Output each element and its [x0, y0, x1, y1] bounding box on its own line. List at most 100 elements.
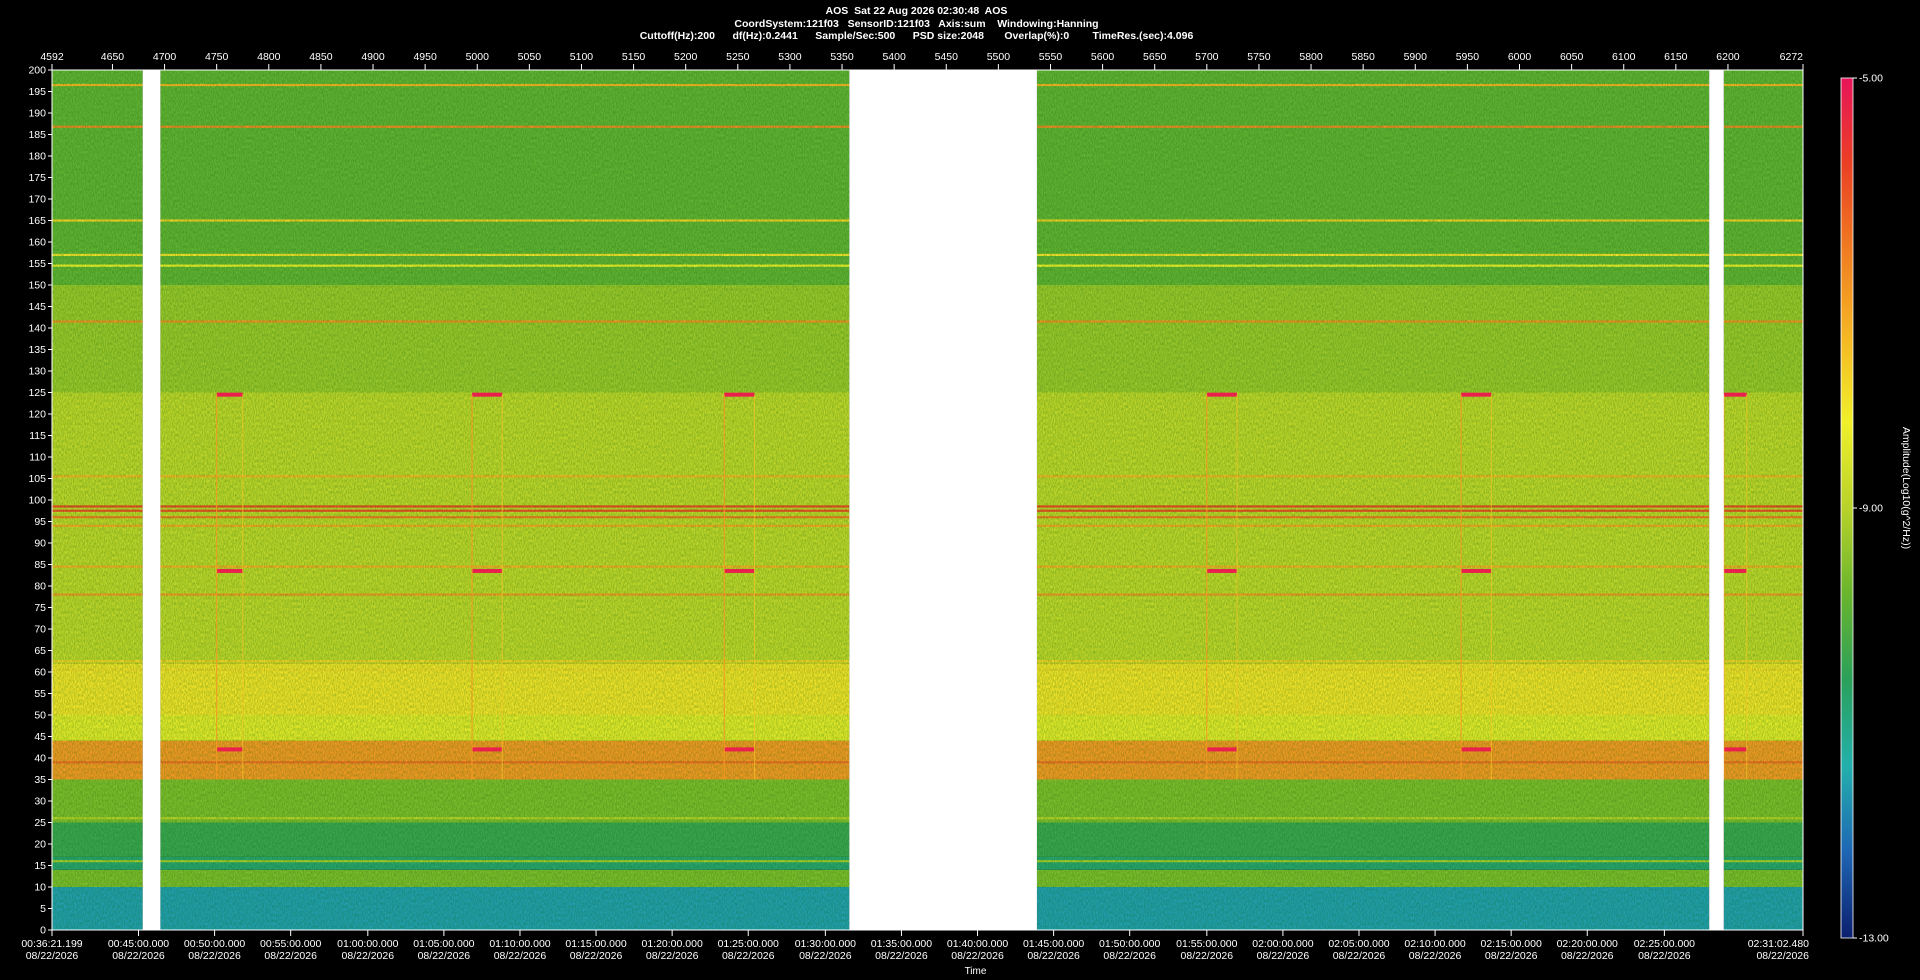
top-tick-label: 5500	[987, 51, 1011, 63]
top-tick-label: 5800	[1299, 51, 1323, 63]
event-marker	[216, 747, 243, 752]
y-tick-label: 110	[29, 452, 46, 464]
y-tick-label: 135	[28, 344, 46, 356]
y-tick-label: 195	[28, 86, 46, 98]
y-tick-label: 165	[28, 215, 46, 227]
event-marker	[1723, 747, 1747, 752]
bottom-tick-date: 08/22/2026	[1756, 950, 1809, 962]
bottom-tick-time: 00:45:00.000	[108, 938, 169, 950]
bottom-tick-date: 08/22/2026	[1027, 950, 1080, 962]
top-tick-label: 5400	[882, 51, 906, 63]
colorbar-tick-label: -5.00	[1859, 73, 1883, 85]
event-marker	[1461, 392, 1492, 397]
bottom-tick-time: 01:35:00.000	[871, 938, 932, 950]
y-tick-label: 85	[34, 559, 46, 571]
y-tick-label: 150	[28, 280, 46, 292]
y-tick-label: 95	[34, 516, 46, 528]
bottom-tick-date: 08/22/2026	[722, 950, 775, 962]
top-tick-label: 4950	[413, 51, 437, 63]
bottom-tick-time: 02:05:00.000	[1328, 938, 1389, 950]
bottom-tick-date: 08/22/2026	[1409, 950, 1462, 962]
y-tick-label: 115	[29, 430, 46, 442]
top-tick-label: 5750	[1247, 51, 1271, 63]
bottom-tick-time: 00:36:21.199	[21, 938, 82, 950]
y-tick-label: 145	[28, 301, 46, 313]
bottom-tick-time: 01:20:00.000	[641, 938, 702, 950]
y-tick-label: 75	[34, 602, 46, 614]
y-tick-label: 170	[28, 194, 46, 206]
y-tick-label: 25	[34, 817, 46, 829]
event-marker	[724, 747, 755, 752]
colorbar: -5.00 -9.00 -13.00 Amplitude(Log10(g^2/Hz))	[1840, 73, 1912, 945]
top-tick-label: 5000	[466, 51, 490, 63]
y-tick-label: 180	[28, 151, 46, 163]
bottom-tick-time: 02:20:00.000	[1557, 938, 1618, 950]
top-tick-label: 4750	[205, 51, 229, 63]
y-tick-label: 70	[34, 624, 46, 636]
top-tick-label: 5050	[518, 51, 542, 63]
bottom-tick-date: 08/22/2026	[799, 950, 852, 962]
y-tick-label: 120	[28, 409, 46, 421]
top-tick-label: 4592	[40, 51, 64, 63]
bottom-tick-date: 08/22/2026	[1103, 950, 1156, 962]
bottom-tick-time: 00:50:00.000	[184, 938, 245, 950]
data-gap	[142, 70, 161, 930]
top-tick-label: 6200	[1716, 51, 1740, 63]
y-tick-label: 55	[34, 688, 46, 700]
colorbar-tick-label: -9.00	[1859, 503, 1883, 515]
top-tick-label: 4850	[309, 51, 333, 63]
bottom-tick-time: 01:15:00.000	[565, 938, 626, 950]
spectrogram-chart: 0 5 10 15 20 25 30 35 40 45 50 55 60 65 70 75 80 85 90 95 10…	[21, 51, 1912, 977]
top-tick-label: 5950	[1456, 51, 1480, 63]
colorbar-tick-label: -13.00	[1859, 933, 1889, 945]
y-tick-label: 140	[28, 323, 46, 335]
y-tick-label: 90	[34, 538, 46, 550]
y-tick-label: 35	[34, 774, 46, 786]
y-tick-label: 0	[40, 925, 46, 937]
bottom-tick-time: 01:10:00.000	[489, 938, 550, 950]
y-tick-label: 200	[28, 65, 46, 77]
event-marker	[1461, 747, 1492, 752]
bottom-tick-date: 08/22/2026	[1561, 950, 1614, 962]
bottom-tick-date: 08/22/2026	[264, 950, 317, 962]
top-tick-label: 5100	[570, 51, 594, 63]
top-tick-label: 4800	[257, 51, 281, 63]
y-tick-label: 155	[28, 258, 46, 270]
bottom-tick-time: 00:55:00.000	[260, 938, 321, 950]
event-marker	[1206, 747, 1238, 752]
spectrogram-texture	[1036, 70, 1710, 930]
top-tick-label: 5600	[1091, 51, 1115, 63]
top-tick-label: 4900	[361, 51, 385, 63]
event-marker	[1206, 392, 1238, 397]
top-tick-label: 5150	[622, 51, 646, 63]
bottom-tick-date: 08/22/2026	[112, 950, 165, 962]
bottom-tick-date: 08/22/2026	[418, 950, 471, 962]
top-tick-label: 5700	[1195, 51, 1219, 63]
top-tick-label: 6050	[1560, 51, 1584, 63]
y-tick-label: 5	[40, 903, 46, 915]
y-tick-label: 30	[34, 796, 46, 808]
event-marker	[1723, 568, 1747, 573]
bottom-tick-time: 01:50:00.000	[1099, 938, 1160, 950]
data-gap	[1709, 70, 1724, 930]
colorbar-gradient	[1840, 77, 1854, 939]
bottom-tick-time: 01:45:00.000	[1023, 938, 1084, 950]
bottom-tick-time: 02:15:00.000	[1481, 938, 1542, 950]
top-tick-label: 5250	[726, 51, 750, 63]
bottom-tick-date: 08/22/2026	[570, 950, 623, 962]
event-marker	[216, 392, 243, 397]
event-marker	[724, 568, 755, 573]
bottom-tick-date: 08/22/2026	[646, 950, 699, 962]
bottom-tick-date: 08/22/2026	[875, 950, 928, 962]
y-tick-label: 185	[28, 129, 46, 141]
event-marker	[724, 392, 755, 397]
event-marker	[216, 568, 243, 573]
y-tick-label: 100	[28, 495, 46, 507]
spectrogram-texture	[1723, 70, 1803, 930]
spectrogram-texture	[160, 70, 850, 930]
bottom-tick-time: 02:00:00.000	[1252, 938, 1313, 950]
y-tick-label: 60	[34, 667, 46, 679]
top-tick-label: 5350	[830, 51, 854, 63]
y-tick-label: 65	[34, 645, 46, 657]
bottom-tick-time: 01:30:00.000	[795, 938, 856, 950]
